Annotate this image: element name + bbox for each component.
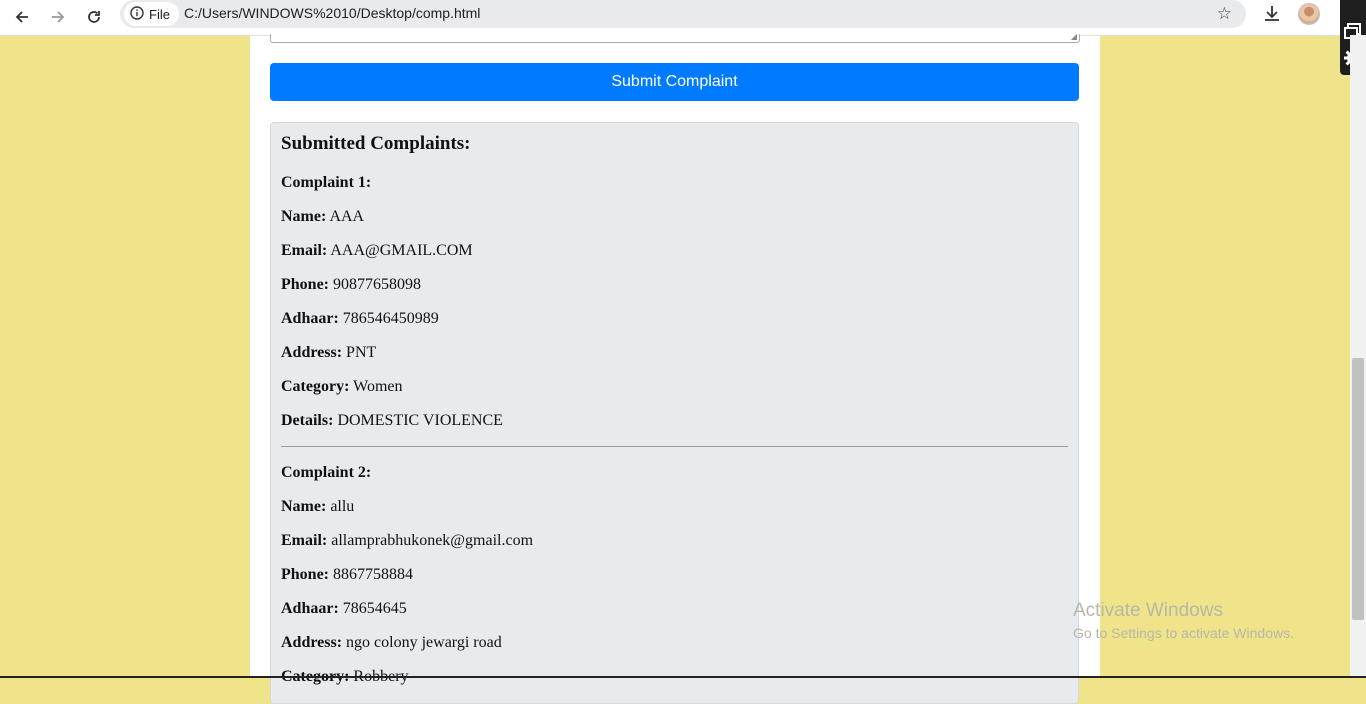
site-chip-label: File xyxy=(149,6,170,22)
details-textarea[interactable]: ◢ xyxy=(270,33,1080,43)
submitted-complaints-panel: Submitted Complaints: Complaint 1: Name:… xyxy=(270,122,1079,704)
watermark-title: Activate Windows xyxy=(1073,600,1223,621)
complaint-field-address: Address: PNT xyxy=(281,344,377,361)
address-bar[interactable]: File C:/Users/WINDOWS%2010/Desktop/comp.… xyxy=(120,0,1246,28)
scrollbar-thumb[interactable] xyxy=(1352,358,1364,620)
reload-icon[interactable] xyxy=(80,3,108,31)
complaint-heading: Complaint 1: xyxy=(281,174,372,191)
complaint-field-phone: Phone: 90877658098 xyxy=(281,276,421,293)
complaint-form-card: ◢ Submit Complaint Submitted Complaints:… xyxy=(250,33,1100,704)
page-scrollbar[interactable] xyxy=(1350,35,1366,678)
complaint-field-adhaar: Adhaar: 786546450989 xyxy=(281,310,439,327)
complaint-field-name: Name: allu xyxy=(281,498,355,515)
complaint-field-email: Email: allamprabhukonek@gmail.com xyxy=(281,532,534,549)
download-icon[interactable] xyxy=(1262,3,1282,28)
browser-toolbar: File C:/Users/WINDOWS%2010/Desktop/comp.… xyxy=(0,0,1340,36)
complaint-divider xyxy=(281,446,1068,447)
activate-windows-watermark: Activate Windows Go to Settings to activ… xyxy=(1073,600,1294,642)
complaint-field-address: Address: ngo colony jewargi road xyxy=(281,634,502,651)
complaint-field-adhaar: Adhaar: 78654645 xyxy=(281,600,407,617)
bookmark-star-icon[interactable]: ☆ xyxy=(1217,5,1232,23)
complaint-field-email: Email: AAA@GMAIL.COM xyxy=(281,242,473,259)
url-text[interactable]: C:/Users/WINDOWS%2010/Desktop/comp.html xyxy=(184,5,480,21)
profile-avatar[interactable] xyxy=(1298,3,1320,25)
complaint-field-phone: Phone: 8867758884 xyxy=(281,566,413,583)
back-arrow-icon[interactable] xyxy=(8,3,36,31)
complaint-heading: Complaint 2: xyxy=(281,464,372,481)
resize-grip-icon[interactable]: ◢ xyxy=(1071,33,1077,41)
complaints-title: Submitted Complaints: xyxy=(281,133,471,154)
info-icon xyxy=(130,5,144,23)
site-info-chip[interactable]: File xyxy=(124,2,179,26)
complaint-field-name: Name: AAA xyxy=(281,208,365,225)
watermark-subtitle: Go to Settings to activate Windows. xyxy=(1073,625,1294,641)
complaint-field-details: Details: DOMESTIC VIOLENCE xyxy=(281,412,503,429)
complaint-field-category: Category: Women xyxy=(281,378,403,395)
forward-arrow-icon[interactable] xyxy=(44,3,72,31)
submit-complaint-button[interactable]: Submit Complaint xyxy=(270,63,1079,101)
